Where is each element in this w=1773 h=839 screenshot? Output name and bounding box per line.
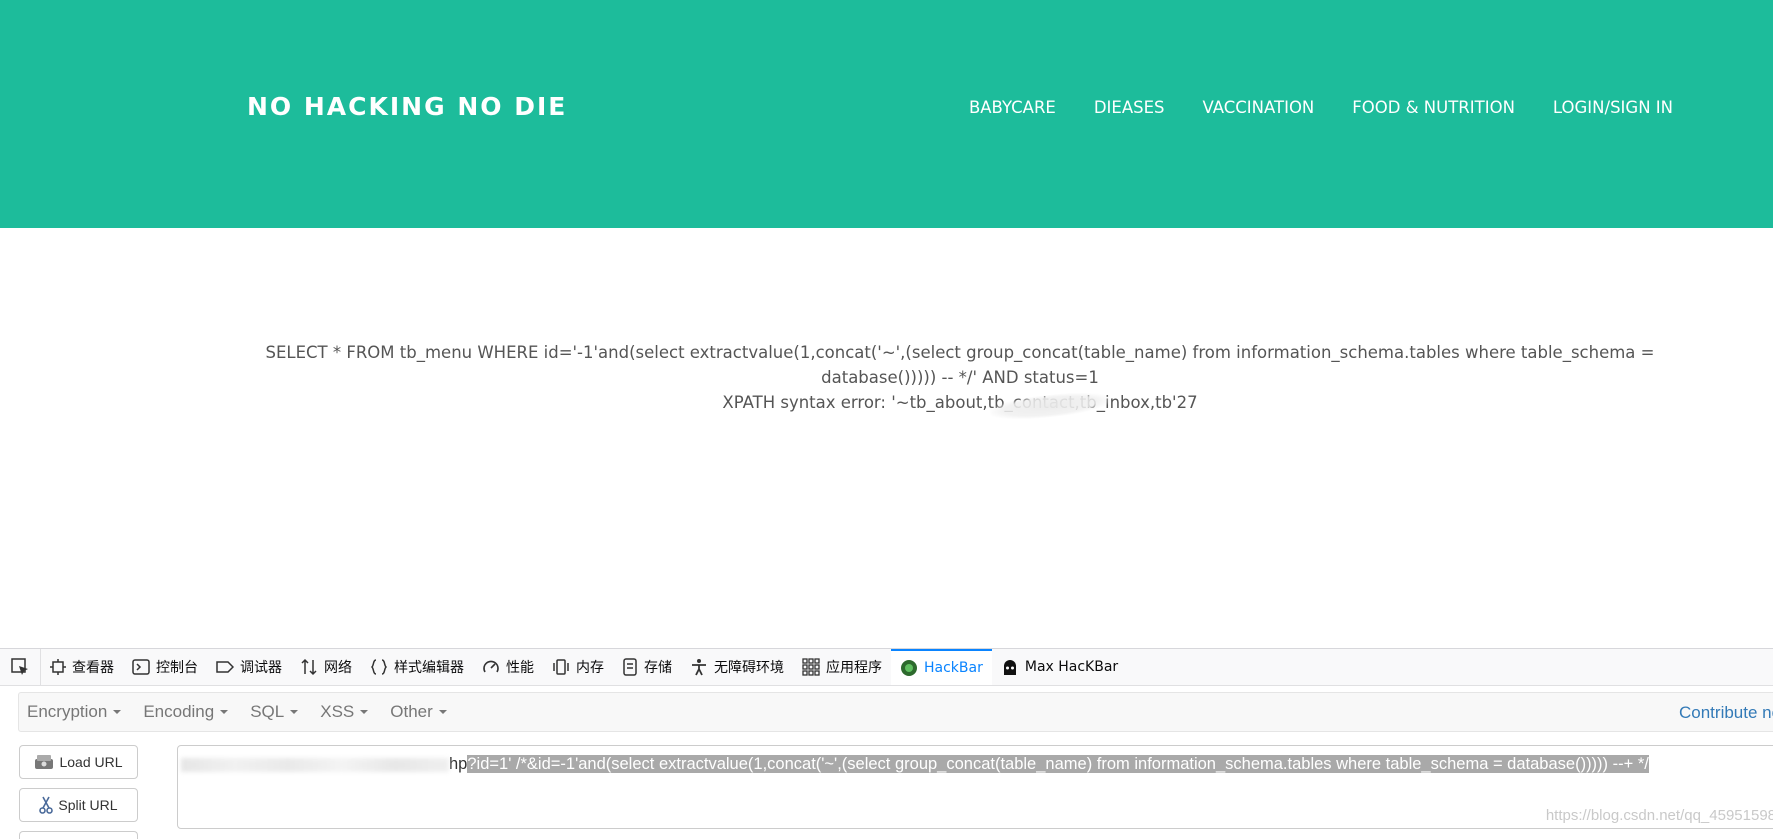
menu-xss-label: XSS [320, 702, 355, 721]
xpath-error-text: XPATH syntax error: '~tb_about,tb_contac… [722, 393, 1198, 412]
console-icon [132, 659, 150, 675]
sql-query-text: SELECT * FROM tb_menu WHERE id='-1'and(s… [265, 343, 1655, 387]
site-header: NO HACKING NO DIE BABYCARE DIEASES VACCI… [0, 0, 1773, 228]
menu-encryption[interactable]: Encryption [19, 702, 129, 722]
execute-button-partial[interactable] [19, 831, 138, 839]
load-url-button[interactable]: Load URL [19, 745, 138, 779]
chevron-down-icon [360, 710, 369, 714]
chevron-down-icon [290, 710, 299, 714]
menu-encoding-label: Encoding [143, 702, 215, 721]
tab-storage[interactable]: 存储 [613, 649, 681, 685]
tab-console-label: 控制台 [156, 660, 198, 676]
application-icon [802, 658, 820, 676]
accessibility-icon [692, 659, 706, 676]
contribute-link[interactable]: Contribute now! [1679, 703, 1773, 723]
url-visible-prefix: hp [449, 755, 468, 773]
style-editor-icon [370, 659, 388, 675]
debugger-icon [216, 661, 234, 673]
nav-dieases[interactable]: DIEASES [1094, 98, 1165, 117]
tab-memory[interactable]: 内存 [543, 649, 613, 685]
nav-babycare[interactable]: BABYCARE [969, 98, 1056, 117]
tab-console[interactable]: 控制台 [123, 649, 207, 685]
tab-max-hackbar[interactable]: Max HacKBar [992, 649, 1127, 685]
tab-hackbar[interactable]: HackBar [891, 649, 992, 685]
tab-network-label: 网络 [324, 660, 352, 676]
chevron-down-icon [113, 710, 122, 714]
max-hackbar-icon [1003, 660, 1016, 675]
tab-application-label: 应用程序 [826, 660, 882, 676]
tab-style-editor[interactable]: 样式编辑器 [361, 649, 473, 685]
url-text: hp?id=1' /*&id=-1'and(select extractvalu… [181, 755, 1649, 774]
tab-accessibility-label: 无障碍环境 [714, 660, 784, 676]
load-url-icon [35, 755, 54, 769]
devtools-panel: 查看器 控制台 调试器 网络 样式编辑器 性能 内存 存储 无障碍环境 应用程序… [0, 648, 1773, 839]
tab-performance[interactable]: 性能 [473, 649, 543, 685]
tab-memory-label: 内存 [576, 660, 604, 676]
tab-style-editor-label: 样式编辑器 [394, 660, 464, 676]
split-url-button[interactable]: Split URL [19, 788, 138, 822]
tab-debugger-label: 调试器 [240, 660, 282, 676]
query-output: SELECT * FROM tb_menu WHERE id='-1'and(s… [220, 340, 1700, 415]
redacted-url-prefix [181, 757, 449, 772]
hackbar-menu: Encryption Encoding SQL XSS Other Contri… [18, 692, 1773, 732]
inspector-icon [50, 659, 66, 675]
url-selected-text: ?id=1' /*&id=-1'and(select extractvalue(… [467, 755, 1649, 773]
chevron-down-icon [438, 710, 447, 714]
element-picker-icon[interactable] [0, 649, 41, 685]
load-url-label: Load URL [59, 754, 123, 770]
tab-debugger[interactable]: 调试器 [207, 649, 291, 685]
storage-icon [623, 658, 637, 676]
tab-accessibility[interactable]: 无障碍环境 [681, 649, 793, 685]
browser-page: NO HACKING NO DIE BABYCARE DIEASES VACCI… [0, 0, 1773, 839]
menu-xss[interactable]: XSS [312, 702, 376, 722]
menu-sql-label: SQL [250, 702, 285, 721]
devtools-toolbar: 查看器 控制台 调试器 网络 样式编辑器 性能 内存 存储 无障碍环境 应用程序… [0, 649, 1773, 686]
tab-network[interactable]: 网络 [291, 649, 361, 685]
menu-encryption-label: Encryption [27, 702, 108, 721]
menu-sql[interactable]: SQL [242, 702, 306, 722]
tab-hackbar-label: HackBar [924, 660, 983, 676]
network-icon [301, 658, 317, 676]
nav-food-nutrition[interactable]: FOOD & NUTRITION [1352, 98, 1515, 117]
nav-login-signin[interactable]: LOGIN/SIGN IN [1553, 98, 1673, 117]
site-nav: BABYCARE DIEASES VACCINATION FOOD & NUTR… [969, 98, 1673, 117]
menu-encoding[interactable]: Encoding [135, 702, 236, 722]
memory-icon [553, 659, 569, 675]
csdn-watermark: https://blog.csdn.net/qq_45951598 [1545, 807, 1773, 824]
tab-application[interactable]: 应用程序 [793, 649, 891, 685]
chevron-down-icon [220, 710, 229, 714]
url-textarea[interactable]: hp?id=1' /*&id=-1'and(select extractvalu… [177, 745, 1773, 829]
scissors-icon [39, 796, 54, 814]
menu-other-label: Other [390, 702, 433, 721]
tab-inspector[interactable]: 查看器 [41, 649, 123, 685]
site-brand[interactable]: NO HACKING NO DIE [247, 92, 567, 121]
tab-storage-label: 存储 [644, 660, 672, 676]
menu-other[interactable]: Other [382, 702, 455, 722]
split-url-label: Split URL [58, 797, 118, 813]
nav-vaccination[interactable]: VACCINATION [1203, 98, 1315, 117]
tab-performance-label: 性能 [506, 660, 534, 676]
tab-max-hackbar-label: Max HacKBar [1024, 659, 1119, 675]
performance-icon [483, 660, 499, 673]
tab-inspector-label: 查看器 [72, 660, 114, 676]
hackbar-icon [901, 660, 917, 676]
